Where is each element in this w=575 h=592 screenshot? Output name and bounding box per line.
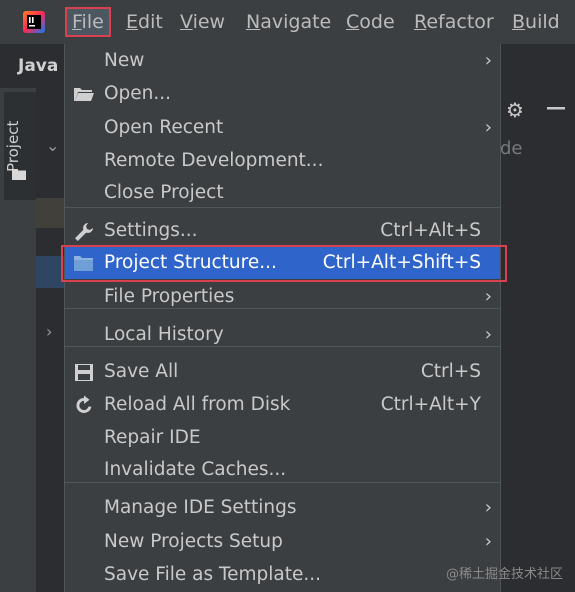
menu-item-project-structure[interactable]: Project Structure... Ctrl+Alt+Shift+S [65, 247, 500, 279]
wrench-icon [75, 223, 93, 241]
folder-icon [12, 169, 26, 180]
menu-item-label: Save All [104, 361, 179, 382]
menu-item-label: Save File as Template... [104, 564, 322, 585]
selected-row-highlight [36, 256, 66, 288]
menu-file[interactable]: File [65, 7, 111, 37]
menu-item-label: Manage IDE Settings [104, 497, 297, 518]
intellij-logo-icon[interactable] [22, 10, 46, 34]
menu-item-save-file-as-template[interactable]: Save File as Template... [65, 559, 500, 591]
menu-item-save-all[interactable]: Save All Ctrl+S [65, 356, 500, 388]
menu-separator [65, 482, 500, 483]
menu-item-shortcut: Ctrl+S [420, 361, 481, 382]
menu-item-label: Remote Development... [104, 150, 324, 171]
chevron-down-icon[interactable]: ⌄ [46, 136, 59, 155]
menu-item-open[interactable]: Open... [65, 78, 500, 110]
menu-item-label: Repair IDE [104, 427, 201, 448]
editor-tab-java[interactable]: Java [18, 56, 58, 76]
menu-item-settings[interactable]: Settings... Ctrl+Alt+S [65, 215, 500, 247]
menu-item-shortcut: Ctrl+Alt+Shift+S [322, 252, 481, 273]
menu-item-label: Reload All from Disk [104, 394, 291, 415]
menu-item-label: Settings... [104, 220, 198, 241]
ide-window: File Edit View Navigate Code Refactor Build Ja… [0, 0, 575, 592]
menu-view[interactable]: View [174, 8, 231, 36]
menu-navigate[interactable]: Navigate [240, 8, 337, 36]
submenu-arrow-icon: › [484, 286, 492, 307]
file-menu-dropdown: New › Open... Open Recent › Remote Developmen… [64, 44, 501, 592]
menu-item-label: Open Recent [104, 117, 224, 138]
reload-icon [76, 395, 92, 413]
save-icon [75, 364, 93, 381]
project-tool-label: Project [4, 120, 22, 172]
menu-item-label: Close Project [104, 182, 224, 203]
menu-item-remote-development[interactable]: Remote Development... [65, 145, 500, 177]
menu-refactor[interactable]: Refactor [408, 8, 500, 36]
menu-item-new-projects-setup[interactable]: New Projects Setup › [65, 526, 500, 558]
menu-separator [65, 207, 500, 208]
menu-item-open-recent[interactable]: Open Recent › [65, 112, 500, 144]
submenu-arrow-icon: › [484, 497, 492, 518]
watermark: @稀土掘金技术社区 [446, 567, 564, 582]
menu-separator [65, 308, 500, 309]
menu-separator [65, 346, 500, 347]
project-structure-icon [74, 256, 93, 271]
menu-build[interactable]: Build [506, 8, 566, 36]
menu-item-label: New Projects Setup [104, 531, 283, 552]
menu-item-reload-all-from-disk[interactable]: Reload All from Disk Ctrl+Alt+Y [65, 389, 500, 421]
gear-icon[interactable]: ⚙ [506, 98, 524, 122]
menu-item-label: Project Structure... [104, 252, 277, 273]
menu-item-manage-ide-settings[interactable]: Manage IDE Settings › [65, 492, 500, 524]
menu-item-repair-ide[interactable]: Repair IDE [65, 422, 500, 454]
submenu-arrow-icon: › [484, 531, 492, 552]
submenu-arrow-icon: › [484, 324, 492, 345]
caret-row-highlight [36, 198, 66, 228]
chevron-right-icon[interactable]: › [46, 322, 52, 341]
menu-item-shortcut: Ctrl+Alt+S [380, 220, 481, 241]
menu-item-new[interactable]: New › [65, 45, 500, 77]
menu-item-close-project[interactable]: Close Project [65, 177, 500, 209]
menu-item-label: File Properties [104, 286, 235, 307]
minimize-icon[interactable] [545, 98, 567, 118]
menu-item-label: New [104, 50, 145, 71]
menu-item-label: Invalidate Caches... [104, 459, 287, 480]
menu-edit[interactable]: Edit [120, 8, 169, 36]
menu-item-label: Local History [104, 324, 224, 345]
menu-bar: File Edit View Navigate Code Refactor Build [0, 0, 575, 44]
menu-code[interactable]: Code [340, 8, 401, 36]
submenu-arrow-icon: › [484, 117, 492, 138]
menu-item-shortcut: Ctrl+Alt+Y [380, 394, 481, 415]
background-partial-text: de [500, 138, 523, 159]
submenu-arrow-icon: › [484, 50, 492, 71]
menu-item-label: Open... [104, 83, 172, 104]
open-folder-icon [74, 88, 94, 101]
